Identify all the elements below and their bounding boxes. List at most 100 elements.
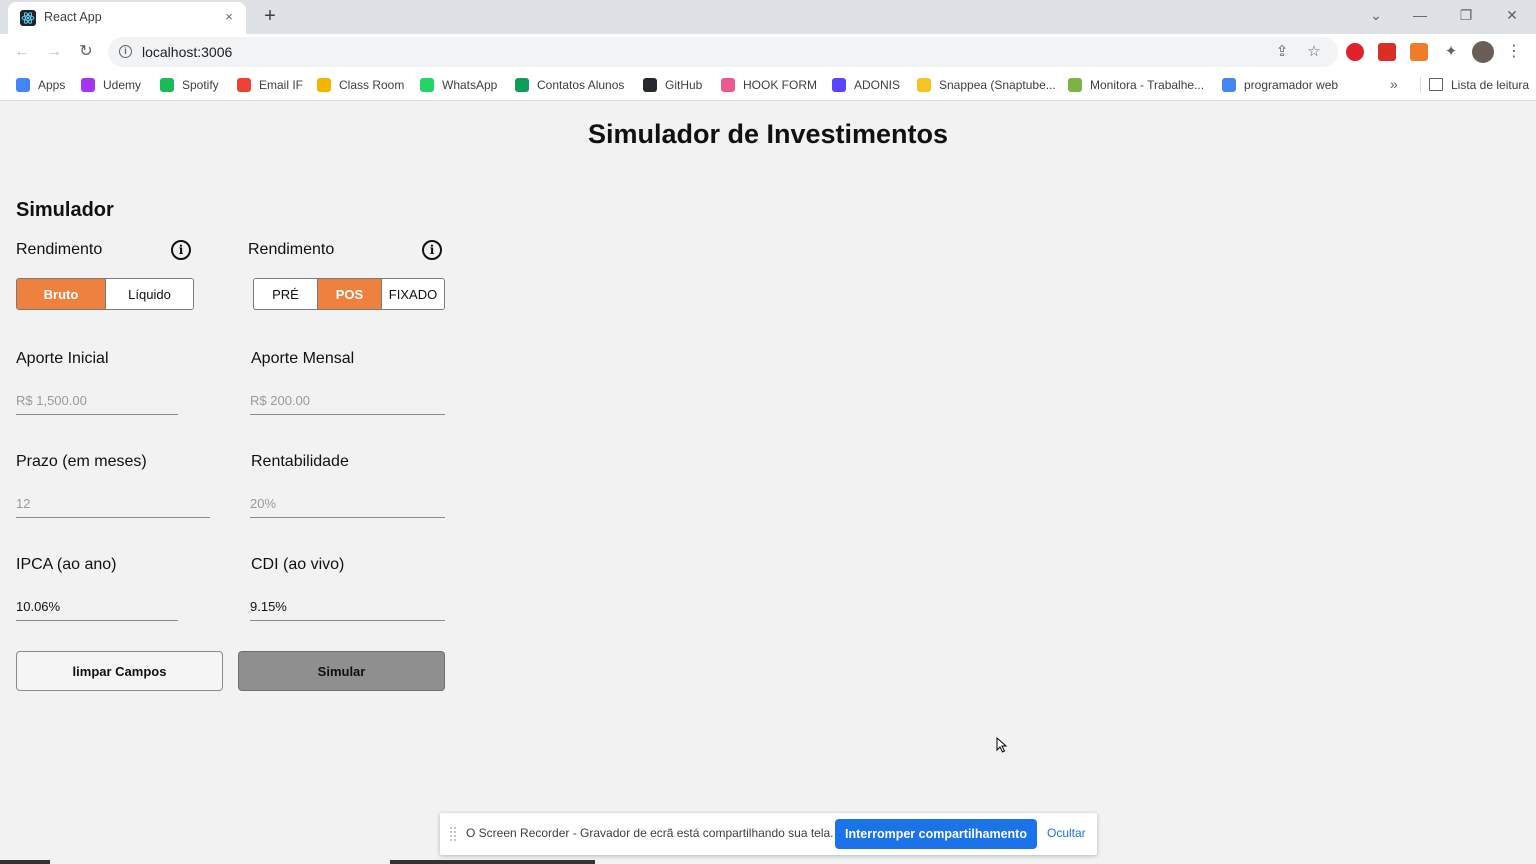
- new-tab-button[interactable]: +: [259, 5, 281, 27]
- hookform-icon: [721, 78, 735, 92]
- monitora-icon: [1068, 78, 1082, 92]
- bookmark-item[interactable]: WhatsApp: [420, 77, 497, 93]
- browser-toolbar: ← → ↻ i localhost:3006 ⇪ ☆ ✦ ⋮: [0, 34, 1536, 70]
- tab-strip: React App × + ⌄ — ❐ ✕: [0, 0, 1536, 34]
- bookmark-label: Email IF: [259, 78, 304, 92]
- bookmark-label: Snappea (Snaptube...: [939, 78, 1056, 92]
- reading-list-label: Lista de leitura: [1451, 78, 1530, 92]
- bookmarks-overflow-icon[interactable]: »: [1390, 76, 1398, 92]
- clear-fields-button[interactable]: limpar Campos: [16, 651, 223, 691]
- app-page: Simulador de Investimentos Simulador Ren…: [0, 101, 1536, 864]
- aporte-mensal-input[interactable]: R$ 200.00: [250, 390, 445, 415]
- tab-search-icon[interactable]: ⌄: [1362, 4, 1390, 26]
- bookmark-label: Monitora - Trabalhe...: [1090, 78, 1205, 92]
- cdi-input[interactable]: 9.15%: [250, 596, 445, 621]
- bookmark-label: Class Room: [339, 78, 405, 92]
- bookmark-item[interactable]: Contatos Alunos: [515, 77, 624, 93]
- bookmark-item[interactable]: Email IF: [237, 77, 303, 93]
- bookmark-label: Apps: [38, 78, 66, 92]
- bookmarks-bar: » Lista de leitura Apps Udemy Spotify Email…: [0, 70, 1536, 101]
- section-title: Simulador: [16, 199, 114, 221]
- bookmark-label: programador web: [1244, 78, 1339, 92]
- bookmark-label: WhatsApp: [442, 78, 498, 92]
- whatsapp-icon: [420, 78, 434, 92]
- indexacao-fixado-button[interactable]: FIXADO: [381, 279, 444, 309]
- github-icon: [643, 78, 657, 92]
- spotify-icon: [160, 78, 174, 92]
- aporte-inicial-input[interactable]: R$ 1,500.00: [16, 390, 178, 415]
- tab-title: React App: [44, 10, 102, 24]
- bookmark-item[interactable]: Udemy: [81, 77, 141, 93]
- aporte-mensal-label: Aporte Mensal: [251, 350, 355, 367]
- opera-extension-icon[interactable]: [1346, 43, 1364, 61]
- share-icon[interactable]: ⇪: [1273, 43, 1291, 61]
- screen-share-bar: O Screen Recorder - Gravador de ecrã est…: [440, 813, 1097, 855]
- profile-avatar[interactable]: [1472, 41, 1494, 63]
- bookmark-item[interactable]: Class Room: [317, 77, 404, 93]
- bookmark-item[interactable]: ADONIS: [832, 77, 900, 93]
- off-extension-icon[interactable]: [1410, 43, 1428, 61]
- prazo-input[interactable]: 12: [16, 493, 210, 518]
- react-favicon-icon: [20, 10, 36, 26]
- share-message: O Screen Recorder - Gravador de ecrã est…: [466, 826, 834, 840]
- sheets-icon: [515, 78, 529, 92]
- minimize-icon[interactable]: —: [1406, 4, 1434, 26]
- bookmark-label: Spotify: [182, 78, 219, 92]
- rendimento-bruto-button[interactable]: Bruto: [17, 279, 105, 309]
- bookmark-label: Udemy: [103, 78, 142, 92]
- bookmark-label: HOOK FORM: [743, 78, 817, 92]
- bookmark-item[interactable]: Monitora - Trabalhe...: [1068, 77, 1204, 93]
- browser-tab[interactable]: React App ×: [8, 2, 246, 34]
- reading-list-button[interactable]: Lista de leitura: [1420, 77, 1529, 93]
- rentabilidade-label: Rentabilidade: [251, 453, 349, 470]
- bookmark-item[interactable]: Apps: [16, 77, 65, 93]
- indexacao-pre-button[interactable]: PRÉ: [254, 279, 317, 309]
- classroom-icon: [317, 78, 331, 92]
- url-text[interactable]: localhost:3006: [142, 44, 232, 60]
- simulate-button[interactable]: Simular: [238, 651, 445, 691]
- bookmark-star-icon[interactable]: ☆: [1305, 43, 1323, 61]
- bookmark-label: ADONIS: [854, 78, 901, 92]
- page-title: Simulador de Investimentos: [587, 119, 949, 149]
- rendimento-label: Rendimento: [16, 241, 103, 258]
- google-icon: [1222, 78, 1236, 92]
- indexacao-toggle: PRÉ POS FIXADO: [253, 278, 445, 310]
- indexacao-pos-button[interactable]: POS: [317, 279, 381, 309]
- bookmark-item[interactable]: HOOK FORM: [721, 77, 817, 93]
- rendimento-info-icon[interactable]: i: [171, 240, 191, 260]
- extensions-puzzle-icon[interactable]: ✦: [1442, 43, 1460, 61]
- forward-arrow-icon[interactable]: →: [42, 41, 66, 63]
- adonis-icon: [832, 78, 846, 92]
- tab-close-icon[interactable]: ×: [220, 8, 238, 26]
- address-bar[interactable]: i localhost:3006 ⇪ ☆: [108, 37, 1338, 67]
- bookmark-label: Contatos Alunos: [537, 78, 625, 92]
- bookmark-item[interactable]: Snappea (Snaptube...: [917, 77, 1056, 93]
- rendimento-liquido-button[interactable]: Líquido: [105, 279, 193, 309]
- site-info-icon[interactable]: i: [119, 45, 132, 58]
- browser-menu-icon[interactable]: ⋮: [1506, 41, 1522, 63]
- reading-list-icon: [1429, 78, 1443, 91]
- reload-icon[interactable]: ↻: [74, 41, 98, 63]
- drag-handle-icon[interactable]: [450, 827, 456, 841]
- bookmark-label: GitHub: [665, 78, 703, 92]
- stop-sharing-button[interactable]: Interromper compartilhamento: [835, 819, 1037, 849]
- apps-icon: [16, 78, 30, 92]
- bookmark-item[interactable]: Spotify: [160, 77, 219, 93]
- rentabilidade-input[interactable]: 20%: [250, 493, 445, 518]
- udemy-icon: [81, 78, 95, 92]
- ipca-label: IPCA (ao ano): [16, 556, 117, 573]
- cdi-label: CDI (ao vivo): [251, 556, 345, 573]
- prazo-label: Prazo (em meses): [16, 453, 147, 470]
- ipca-input[interactable]: 10.06%: [16, 596, 178, 621]
- back-arrow-icon[interactable]: ←: [10, 41, 34, 63]
- bookmark-item[interactable]: GitHub: [643, 77, 702, 93]
- indexacao-info-icon[interactable]: i: [422, 240, 442, 260]
- snappea-icon: [917, 78, 931, 92]
- taskbar-edge: [0, 860, 1536, 864]
- recorder-extension-icon[interactable]: [1378, 43, 1396, 61]
- close-window-icon[interactable]: ✕: [1498, 4, 1526, 26]
- bookmark-item[interactable]: programador web: [1222, 77, 1338, 93]
- restore-icon[interactable]: ❐: [1452, 4, 1480, 26]
- mouse-cursor-icon: [996, 737, 1008, 753]
- hide-link[interactable]: Ocultar: [1047, 826, 1086, 840]
